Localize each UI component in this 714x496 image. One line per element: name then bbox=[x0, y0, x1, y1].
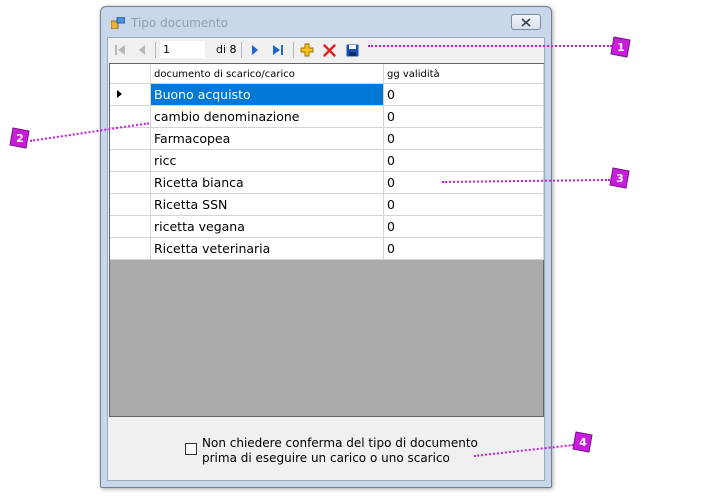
row-header[interactable] bbox=[110, 172, 151, 194]
title-bar[interactable]: Tipo documento bbox=[101, 7, 551, 37]
document-cell[interactable]: Ricetta veterinaria bbox=[151, 238, 384, 260]
document-cell[interactable]: ricc bbox=[151, 150, 384, 172]
add-new-button[interactable] bbox=[299, 42, 315, 58]
validity-days-cell[interactable]: 0 bbox=[384, 238, 544, 260]
binding-navigator-toolbar: di 8 bbox=[108, 38, 544, 63]
document-cell[interactable]: Buono acquisto bbox=[151, 84, 384, 106]
position-input[interactable] bbox=[160, 41, 205, 58]
move-previous-button[interactable] bbox=[134, 42, 150, 58]
row-header[interactable] bbox=[110, 238, 151, 260]
column-header-validity-days[interactable]: gg validità bbox=[384, 64, 544, 84]
confirm-document-type-checkbox[interactable] bbox=[185, 443, 197, 455]
window-title: Tipo documento bbox=[131, 16, 228, 30]
document-cell[interactable]: Ricetta SSN bbox=[151, 194, 384, 216]
move-next-button[interactable] bbox=[247, 42, 263, 58]
document-cell[interactable]: Ricetta bianca bbox=[151, 172, 384, 194]
row-header-corner bbox=[110, 64, 151, 84]
tipo-documento-window: Tipo documento di 8 bbox=[100, 6, 552, 488]
move-previous-icon bbox=[139, 45, 145, 55]
record-count: di 8 bbox=[216, 43, 237, 56]
callout-1-leader bbox=[368, 45, 612, 47]
app-icon bbox=[111, 17, 125, 29]
move-first-button[interactable] bbox=[112, 42, 128, 58]
close-button[interactable] bbox=[511, 14, 541, 30]
row-header[interactable] bbox=[110, 150, 151, 172]
confirm-document-type-label[interactable]: Non chiedere conferma del tipo di docume… bbox=[202, 436, 502, 466]
current-row-arrow-icon bbox=[117, 90, 122, 98]
validity-days-cell[interactable]: 0 bbox=[384, 194, 544, 216]
delete-button[interactable] bbox=[321, 42, 337, 58]
save-icon bbox=[346, 44, 358, 56]
validity-days-cell[interactable]: 0 bbox=[384, 150, 544, 172]
document-types-grid[interactable]: documento di scarico/carico gg validità … bbox=[109, 63, 544, 417]
document-cell[interactable]: cambio denominazione bbox=[151, 106, 384, 128]
row-header[interactable] bbox=[110, 84, 151, 106]
add-icon bbox=[300, 43, 314, 57]
validity-days-cell[interactable]: 0 bbox=[384, 106, 544, 128]
callout-badge-4: 4 bbox=[571, 430, 595, 454]
validity-days-cell[interactable]: 0 bbox=[384, 84, 544, 106]
window-client-area: di 8 bbox=[107, 37, 545, 481]
document-cell[interactable]: ricetta vegana bbox=[151, 216, 384, 238]
move-last-button[interactable] bbox=[270, 42, 286, 58]
validity-days-cell[interactable]: 0 bbox=[384, 172, 544, 194]
delete-icon bbox=[322, 43, 336, 57]
move-next-icon bbox=[252, 45, 258, 55]
callout-badge-2: 2 bbox=[8, 126, 32, 150]
callout-badge-1: 1 bbox=[609, 35, 633, 59]
row-header[interactable] bbox=[110, 216, 151, 238]
move-first-icon bbox=[115, 45, 125, 55]
document-cell[interactable]: Farmacopea bbox=[151, 128, 384, 150]
callout-badge-3: 3 bbox=[608, 166, 632, 190]
column-header-document[interactable]: documento di scarico/carico bbox=[151, 64, 384, 84]
validity-days-cell[interactable]: 0 bbox=[384, 128, 544, 150]
row-header[interactable] bbox=[110, 128, 151, 150]
close-icon bbox=[521, 17, 531, 27]
save-button[interactable] bbox=[344, 42, 360, 58]
row-header[interactable] bbox=[110, 194, 151, 216]
validity-days-cell[interactable]: 0 bbox=[384, 216, 544, 238]
move-last-icon bbox=[273, 45, 283, 55]
